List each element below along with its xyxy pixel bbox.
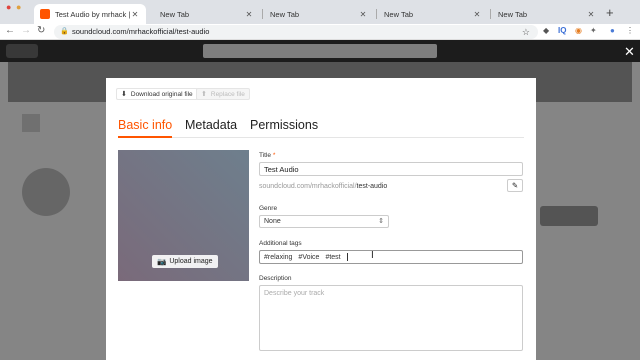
extension-icon[interactable]: ◆ [543, 26, 549, 35]
genre-label: Genre [259, 205, 278, 212]
tab-divider [490, 9, 491, 19]
tab-basic-info[interactable]: Basic info [118, 118, 173, 138]
genre-select[interactable]: None ⇕ [259, 215, 389, 228]
browser-tab-bar: Test Audio by mrhack | mrha ✕ New Tab ✕ … [0, 0, 640, 24]
download-label: Download original file [130, 90, 193, 98]
tab-permissions[interactable]: Permissions [250, 118, 318, 138]
browser-tab[interactable]: New Tab ✕ [264, 4, 374, 24]
replace-file-button[interactable]: ⬆ Replace file [196, 88, 250, 100]
close-tab-icon[interactable]: ✕ [130, 10, 140, 19]
back-icon[interactable]: ← [5, 25, 15, 36]
tab-title: New Tab [498, 9, 528, 19]
chevron-updown-icon: ⇕ [378, 218, 384, 225]
replace-label: Replace file [210, 90, 245, 98]
forward-icon[interactable]: → [21, 25, 31, 36]
tag-chip[interactable]: #test [325, 254, 340, 261]
camera-icon: 📷 [157, 257, 167, 266]
upload-image-label: Upload image [169, 258, 213, 265]
tab-metadata[interactable]: Metadata [185, 118, 237, 138]
ibeam-cursor-icon: I [371, 250, 374, 261]
permalink: soundcloud.com/mrhackofficial/test-audio [259, 183, 387, 190]
url-text: soundcloud.com/mrhackofficial/test-audio [72, 27, 210, 36]
tab-title: New Tab [160, 9, 190, 19]
track-artwork: 📷 Upload image [118, 150, 249, 281]
bookmark-star-icon[interactable]: ☆ [522, 25, 530, 39]
browser-tab[interactable]: New Tab ✕ [150, 4, 260, 24]
download-icon: ⬇ [121, 91, 127, 98]
tab-divider [376, 9, 377, 19]
tags-input[interactable]: #relaxing #Voice #test [259, 250, 523, 264]
close-tab-icon[interactable]: ✕ [358, 10, 368, 19]
title-input[interactable]: Test Audio [259, 162, 523, 176]
tag-chip[interactable]: #Voice [298, 254, 319, 261]
extension-puzzle-icon[interactable]: ✦ [590, 26, 597, 35]
genre-value: None [264, 218, 281, 225]
browser-toolbar: ← → ↻ 🔒 soundcloud.com/mrhackofficial/te… [0, 24, 640, 40]
title-label-text: Title [259, 152, 272, 159]
permalink-base: soundcloud.com/mrhackofficial/ [259, 183, 357, 190]
download-original-button[interactable]: ⬇ Download original file [116, 88, 198, 100]
new-tab-icon[interactable]: + [606, 5, 614, 20]
edit-permalink-pencil-icon[interactable]: ✎ [507, 179, 523, 192]
tab-title: New Tab [270, 9, 300, 19]
required-mark: * [272, 152, 276, 159]
browser-tab-active[interactable]: Test Audio by mrhack | mrha ✕ [34, 4, 146, 24]
close-modal-icon[interactable]: ✕ [624, 44, 635, 60]
soundcloud-favicon-icon [40, 9, 50, 19]
window-close-icon[interactable]: ● [6, 2, 11, 12]
description-textarea[interactable]: Describe your track [259, 285, 523, 351]
close-tab-icon[interactable]: ✕ [472, 10, 482, 19]
close-tab-icon[interactable]: ✕ [586, 10, 596, 19]
window-minimize-icon[interactable]: ● [16, 2, 21, 12]
tab-title: Test Audio by mrhack | mrha [55, 9, 130, 19]
tag-chip[interactable]: #relaxing [264, 254, 292, 261]
permalink-slug: test-audio [356, 183, 388, 190]
modal-tabs: Basic info Metadata Permissions [118, 118, 524, 138]
tab-title: New Tab [384, 9, 414, 19]
edit-track-modal: ⬇ Download original file ⬆ Replace file … [106, 78, 536, 360]
menu-kebab-icon[interactable]: ⋮ [626, 26, 634, 35]
text-caret [346, 253, 348, 261]
additional-tags-label: Additional tags [259, 240, 302, 247]
upload-image-button[interactable]: 📷 Upload image [152, 255, 218, 268]
title-label: Title * [259, 152, 275, 159]
lock-icon: 🔒 [60, 28, 69, 35]
address-bar[interactable]: 🔒 soundcloud.com/mrhackofficial/test-aud… [54, 25, 538, 39]
profile-avatar-icon[interactable]: ● [610, 26, 615, 35]
extension-circle-icon[interactable]: ◉ [575, 26, 582, 35]
extension-iq-icon[interactable]: IQ [558, 26, 566, 35]
upload-icon: ⬆ [201, 91, 207, 98]
description-label: Description [259, 275, 292, 282]
tab-divider [262, 9, 263, 19]
reload-icon[interactable]: ↻ [37, 25, 45, 36]
browser-tab[interactable]: New Tab ✕ [492, 4, 602, 24]
browser-tab[interactable]: New Tab ✕ [378, 4, 488, 24]
close-tab-icon[interactable]: ✕ [244, 10, 254, 19]
